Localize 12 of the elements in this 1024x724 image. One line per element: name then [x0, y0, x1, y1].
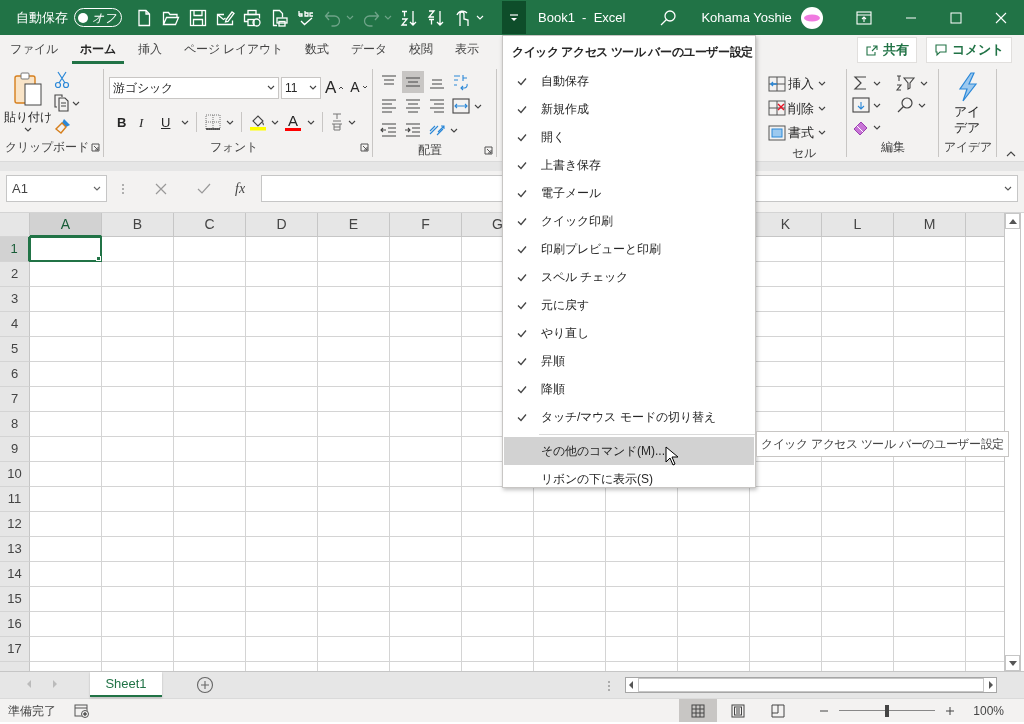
group-label: セル — [790, 144, 817, 162]
group-label: 編集 — [879, 139, 906, 156]
autosave-label: 自動保存 — [16, 8, 68, 27]
tooltip: クイック アクセス ツール バーのユーザー設定 — [756, 431, 1010, 457]
group-label: アイデア — [942, 139, 993, 157]
document-title: Book1 - Excel — [538, 8, 626, 27]
group-label: フォント — [208, 139, 259, 156]
user-name: Kohama Yoshie — [701, 8, 792, 27]
group-label: クリップボード — [4, 139, 90, 156]
menu-title: クイック アクセス ツール バーのユーザー設定 — [511, 44, 753, 61]
group-label: 配置 — [417, 142, 443, 159]
status-text: 準備完了 — [8, 702, 56, 720]
